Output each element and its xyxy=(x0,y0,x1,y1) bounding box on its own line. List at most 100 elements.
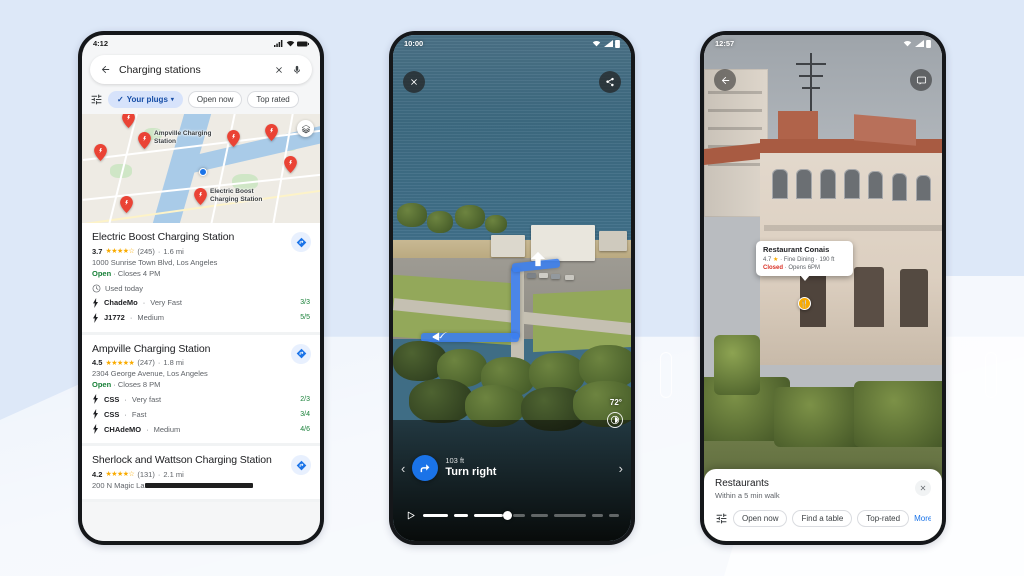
route-arrow-up-icon xyxy=(529,251,547,272)
directions-icon[interactable] xyxy=(291,232,311,252)
street-doorway xyxy=(854,267,884,327)
play-icon[interactable] xyxy=(405,510,416,521)
navigation-instruction-strip: ‹ 103 ft Turn right › xyxy=(393,447,631,489)
result-hours-line: Open · Closes 8 PM xyxy=(92,380,310,389)
street-window xyxy=(892,173,907,201)
scrubber-segment xyxy=(473,513,504,517)
result-card-electric-boost[interactable]: Electric Boost Charging Station 3.7 ★★★★… xyxy=(82,223,320,335)
sheet-subtitle: Within a 5 min walk xyxy=(715,491,780,500)
tune-icon[interactable] xyxy=(90,93,103,106)
result-address-row: 200 N Magic La xyxy=(92,481,310,490)
phone1-screen: 4:12 Charging stations ✓ Your plugs ▾ Op… xyxy=(82,35,320,541)
feedback-icon[interactable] xyxy=(910,69,932,91)
map-pin-1[interactable] xyxy=(122,114,135,128)
back-arrow-icon[interactable] xyxy=(100,64,111,75)
search-input[interactable]: Charging stations xyxy=(119,64,266,76)
map-pin-6[interactable] xyxy=(284,156,297,173)
star-rating-icon: ★★★★☆ xyxy=(105,471,135,479)
chip-your-plugs-label: Your plugs xyxy=(126,95,168,104)
ar-place-callout[interactable]: Restaurant Conais 4.7 ★ · Fine Dining · … xyxy=(756,241,853,281)
street-window xyxy=(820,169,836,199)
close-icon[interactable] xyxy=(915,480,931,496)
callout-place-name: Restaurant Conais xyxy=(763,245,830,254)
route-segment-vertical xyxy=(511,267,520,339)
used-today-label: Used today xyxy=(105,283,143,293)
restaurant-pin-icon[interactable]: 🍴 xyxy=(798,297,811,310)
directions-icon[interactable] xyxy=(291,343,311,364)
phone3-screen: 12:57 Restaurant Conais 4.7 ★ · Fine Din… xyxy=(704,35,942,541)
result-distance: 1.8 mi xyxy=(163,358,184,368)
chevron-left-icon[interactable]: ‹ xyxy=(401,461,405,476)
scrubber-segment xyxy=(591,513,604,517)
map-pin-2[interactable] xyxy=(94,144,107,161)
chip-top-rated[interactable]: Top rated xyxy=(247,91,299,108)
street-window xyxy=(868,171,883,199)
scrubber-track[interactable] xyxy=(423,510,619,520)
results-list[interactable]: Electric Boost Charging Station 3.7 ★★★★… xyxy=(82,223,320,541)
turn-right-arrow-icon xyxy=(412,455,439,481)
time-of-day-icon[interactable] xyxy=(607,412,623,428)
rooftop-antenna-bar xyxy=(796,63,826,65)
sheet-chip-find-a-table[interactable]: Find a table xyxy=(792,510,853,527)
plug-name: CSS xyxy=(104,394,120,404)
signal-icon xyxy=(603,40,613,47)
plug-speed: Fast xyxy=(131,409,147,419)
share-icon[interactable] xyxy=(599,71,621,93)
dot-separator: · xyxy=(142,298,146,308)
tune-icon[interactable] xyxy=(715,512,728,525)
imagery-scrubber[interactable] xyxy=(393,505,631,525)
chip-open-now[interactable]: Open now xyxy=(187,91,243,108)
sheet-filter-chip-row: Open now Find a table Top-rated More xyxy=(715,510,931,527)
dot-separator: · xyxy=(157,246,161,256)
result-card-sherlock-wattson[interactable]: Sherlock and Wattson Charging Station 4.… xyxy=(82,446,320,502)
rooftop-antenna-bar xyxy=(802,87,820,89)
sheet-chip-open-now-label: Open now xyxy=(742,514,779,523)
plug-row: CSS · Fast 3/4 xyxy=(92,409,310,420)
sheet-chip-top-rated[interactable]: Top-rated xyxy=(857,510,910,527)
aerial-building-3 xyxy=(599,231,627,251)
phone1-status-time: 4:12 xyxy=(93,39,109,48)
phone3-status-icons xyxy=(903,39,931,48)
map-pin-4[interactable] xyxy=(227,130,240,147)
result-card-ampville[interactable]: Ampville Charging Station 4.5 ★★★★★ (247… xyxy=(82,334,320,447)
plug-name: ChadeMo xyxy=(104,298,138,308)
sheet-more-link[interactable]: More xyxy=(914,514,931,523)
phone2-status-bar: 10:00 xyxy=(393,35,631,52)
back-arrow-icon[interactable] xyxy=(714,69,736,91)
map-pin-8[interactable] xyxy=(194,188,207,205)
plug-speed: Very Fast xyxy=(150,298,182,308)
plug-speed: Medium xyxy=(153,424,181,434)
signal-icon xyxy=(914,40,924,47)
star-icon: ★ xyxy=(773,257,779,263)
sheet-chip-open-now[interactable]: Open now xyxy=(733,510,788,527)
plug-name: J1772 xyxy=(104,313,125,323)
navigation-text: 103 ft Turn right xyxy=(445,457,496,478)
phone-mockup-live-view: 10:00 72° ‹ 103 ft Turn right › xyxy=(389,31,635,545)
bottom-sheet-restaurants[interactable]: Restaurants Within a 5 min walk Open now… xyxy=(704,469,942,541)
map-pin-7[interactable] xyxy=(120,196,133,213)
map-view[interactable]: Ampville Charging Station Electric Boost… xyxy=(82,114,320,223)
callout-opens: Opens 6PM xyxy=(788,264,821,271)
callout-rating: 4.7 xyxy=(763,257,772,263)
plug-availability: 3/4 xyxy=(300,410,310,418)
map-pin-3[interactable] xyxy=(138,132,151,149)
chip-your-plugs[interactable]: ✓ Your plugs ▾ xyxy=(108,91,183,108)
scrubber-segment xyxy=(423,513,449,517)
building-floor-line xyxy=(708,127,762,130)
scrubber-knob[interactable] xyxy=(503,510,513,520)
wifi-icon xyxy=(286,40,294,47)
sheet-title: Restaurants xyxy=(715,478,769,489)
star-rating-icon: ★★★★☆ xyxy=(105,248,135,256)
microphone-icon[interactable] xyxy=(292,65,302,75)
layers-icon[interactable] xyxy=(297,120,314,137)
scrubber-segment xyxy=(454,513,469,517)
chevron-right-icon[interactable]: › xyxy=(619,461,623,476)
search-bar[interactable]: Charging stations xyxy=(90,55,312,84)
street-window xyxy=(796,169,812,199)
plug-icon xyxy=(93,312,98,323)
close-icon[interactable] xyxy=(274,65,284,75)
plug-row: J1772 · Medium 5/5 xyxy=(92,312,310,323)
close-icon[interactable] xyxy=(403,71,425,93)
map-pin-5[interactable] xyxy=(265,124,278,141)
result-open-label: Open xyxy=(92,380,112,390)
